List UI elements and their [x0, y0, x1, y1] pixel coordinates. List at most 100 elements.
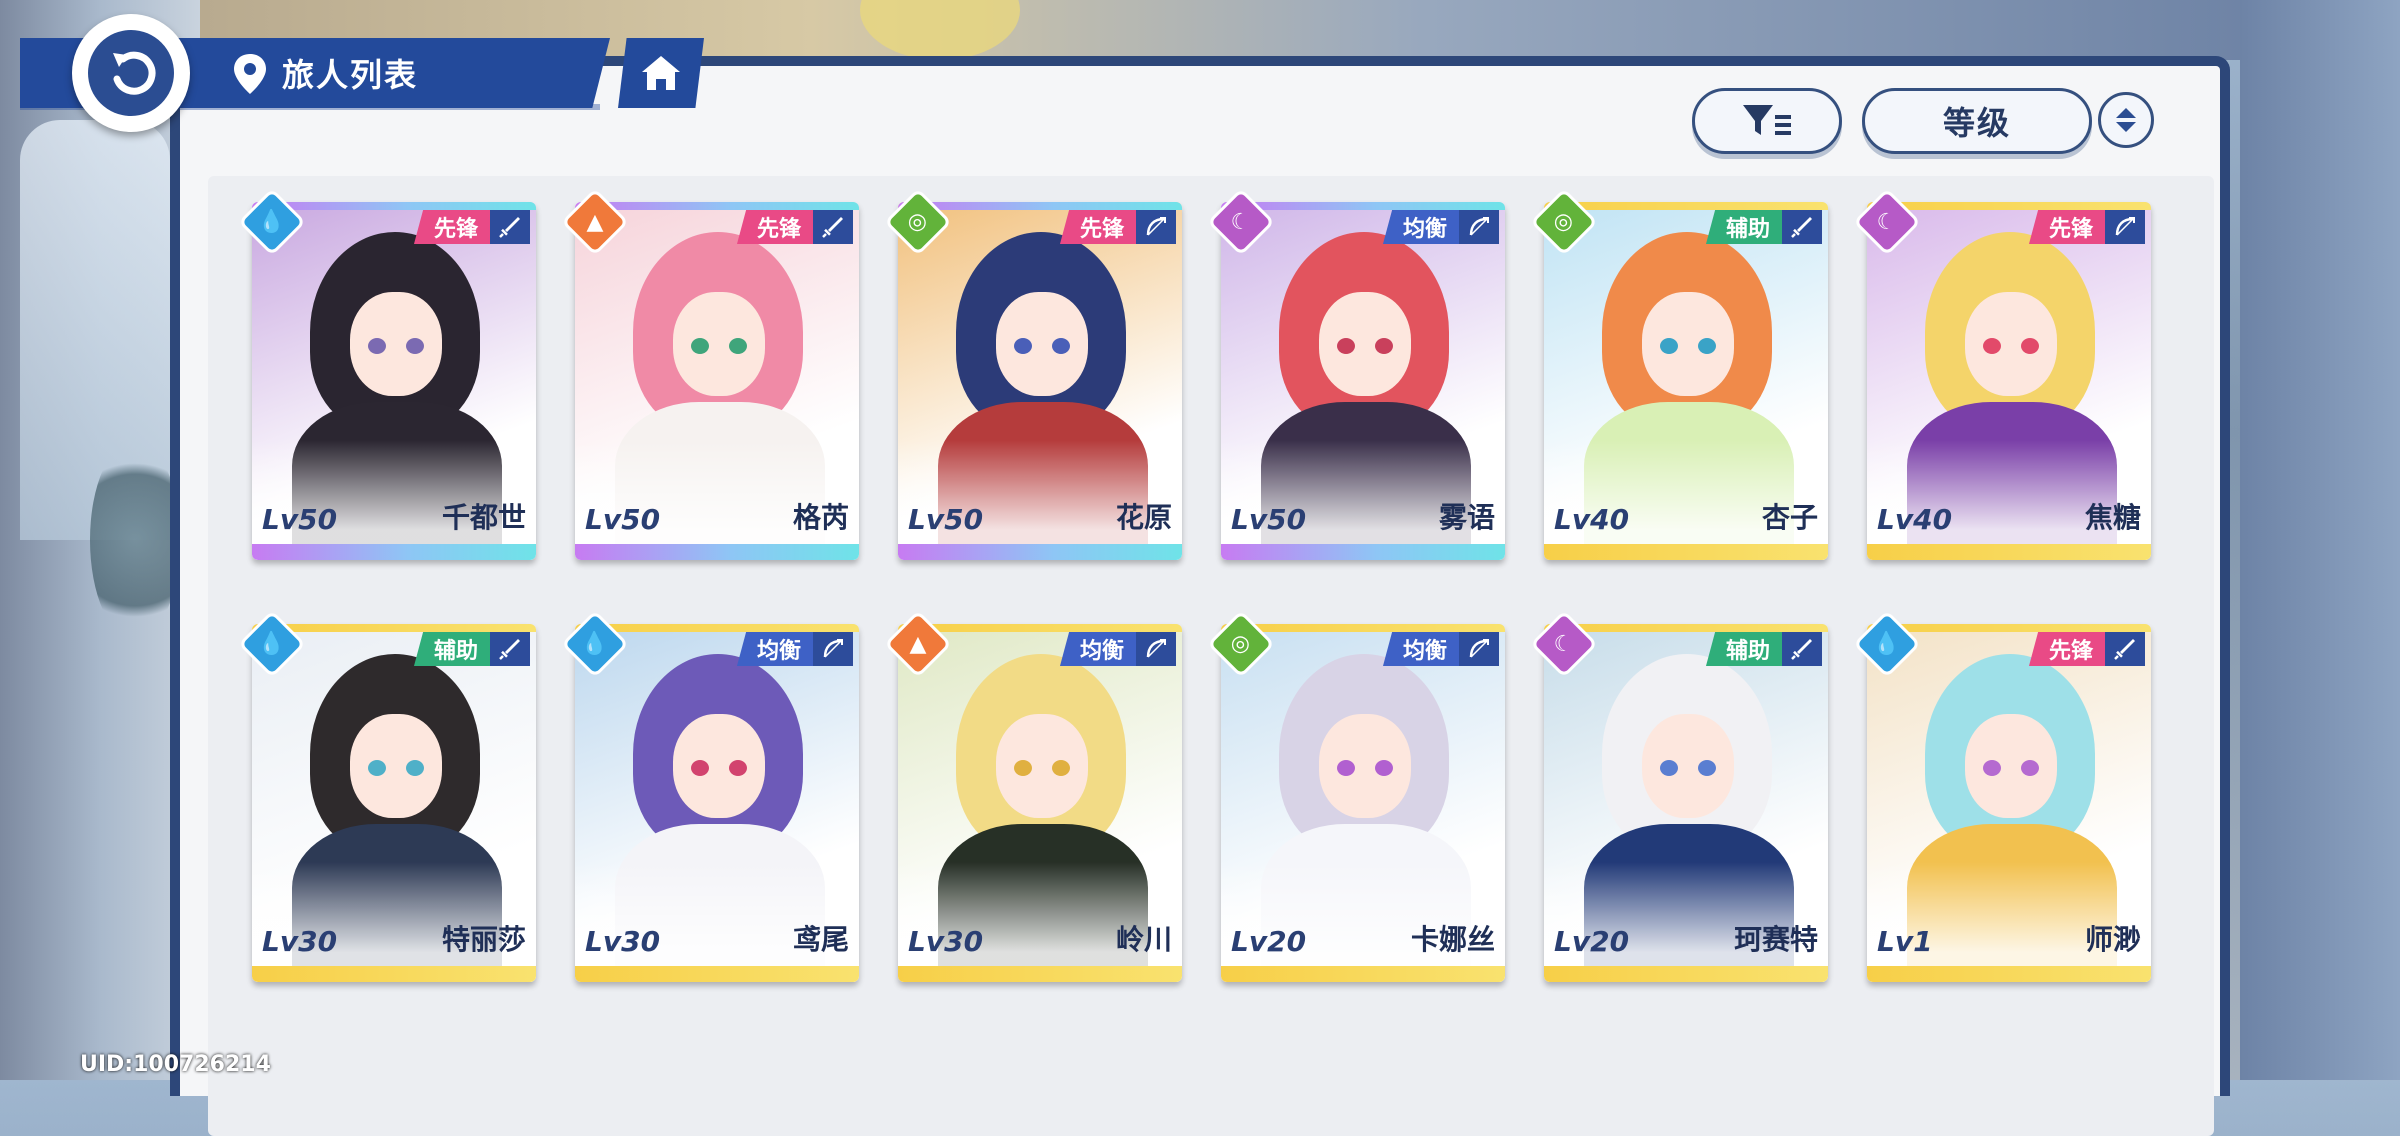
rarity-top-bar [898, 202, 1182, 210]
portrait-eye [1052, 338, 1070, 354]
portrait-eye [1660, 760, 1678, 776]
bow-icon [1459, 210, 1499, 244]
character-card[interactable]: 辅助 Lv40 杏子 [1544, 202, 1828, 560]
portrait-eye [1375, 760, 1393, 776]
portrait-face [1319, 714, 1411, 818]
portrait-eye [1660, 338, 1678, 354]
portrait-eye [1698, 760, 1716, 776]
portrait-eye [368, 760, 386, 776]
character-card[interactable]: 先锋 Lv50 千都世 [252, 202, 536, 560]
sword-icon [490, 210, 530, 244]
portrait-eye [1983, 338, 2001, 354]
portrait-eye [368, 338, 386, 354]
role-badge: 均衡 [1059, 632, 1136, 666]
role-badge: 先锋 [1059, 210, 1136, 244]
character-card[interactable]: 先锋 Lv50 格芮 [575, 202, 859, 560]
character-name: 卡娜丝 [1410, 923, 1495, 956]
portrait-eye [406, 760, 424, 776]
portrait-face [1965, 292, 2057, 396]
sword-icon [490, 632, 530, 666]
sort-by-button[interactable]: 等级 [1862, 88, 2092, 154]
character-name: 焦糖 [2084, 501, 2141, 534]
rarity-bottom-bar [252, 544, 536, 560]
portrait-eye [2021, 338, 2039, 354]
character-card[interactable]: 辅助 Lv30 特丽莎 [252, 624, 536, 982]
home-icon [642, 56, 680, 90]
character-card[interactable]: 均衡 Lv20 卡娜丝 [1221, 624, 1505, 982]
character-card[interactable]: 先锋 Lv1 师渺 [1867, 624, 2151, 982]
character-level: Lv20 [1554, 925, 1630, 958]
character-level: Lv40 [1877, 503, 1953, 536]
portrait-eye [406, 338, 424, 354]
rarity-bottom-bar [1544, 544, 1828, 560]
character-name: 鸢尾 [792, 923, 849, 956]
character-card[interactable]: 先锋 Lv40 焦糖 [1867, 202, 2151, 560]
portrait-face [996, 714, 1088, 818]
sort-order-toggle[interactable] [2098, 92, 2154, 148]
character-level: Lv50 [585, 503, 661, 536]
character-level: Lv30 [908, 925, 984, 958]
character-card[interactable]: 均衡 Lv30 鸢尾 [575, 624, 859, 982]
portrait-face [1319, 292, 1411, 396]
character-level: Lv30 [585, 925, 661, 958]
rarity-bottom-bar [575, 966, 859, 982]
portrait-face [673, 714, 765, 818]
character-name: 千都世 [441, 501, 526, 534]
back-button[interactable] [72, 14, 190, 132]
character-name: 珂赛特 [1733, 923, 1818, 956]
character-name: 格芮 [792, 501, 849, 534]
rarity-top-bar [1221, 202, 1505, 210]
character-name: 师渺 [2084, 923, 2141, 956]
character-card[interactable]: 均衡 Lv50 雾语 [1221, 202, 1505, 560]
role-badge: 均衡 [1382, 210, 1459, 244]
character-card[interactable]: 先锋 Lv50 花原 [898, 202, 1182, 560]
home-button[interactable] [618, 38, 704, 108]
sword-icon [2105, 632, 2145, 666]
character-level: Lv1 [1877, 925, 1933, 958]
character-level: Lv50 [1231, 503, 1307, 536]
character-name: 雾语 [1438, 501, 1495, 534]
portrait-eye [1698, 338, 1716, 354]
filter-icon [1743, 105, 1791, 135]
rarity-top-bar [1221, 624, 1505, 632]
role-badge: 均衡 [1382, 632, 1459, 666]
character-level: Lv20 [1231, 925, 1307, 958]
bow-icon [813, 632, 853, 666]
sort-descending-icon [2116, 122, 2136, 132]
character-card[interactable]: 辅助 Lv20 珂赛特 [1544, 624, 1828, 982]
portrait-face [1642, 292, 1734, 396]
portrait-eye [1052, 760, 1070, 776]
back-arrow-icon [88, 30, 174, 116]
user-id: UID:100726214 [80, 1052, 271, 1077]
page-title: 旅人列表 [282, 56, 419, 94]
rarity-top-bar [575, 624, 859, 632]
role-badge: 先锋 [2028, 210, 2105, 244]
character-card[interactable]: 均衡 Lv30 岭川 [898, 624, 1182, 982]
portrait-eye [729, 760, 747, 776]
portrait-eye [1337, 760, 1355, 776]
portrait-eye [1014, 760, 1032, 776]
character-level: Lv30 [262, 925, 338, 958]
rarity-top-bar [1867, 624, 2151, 632]
background-plant [90, 440, 180, 640]
rarity-bottom-bar [898, 966, 1182, 982]
rarity-bottom-bar [575, 544, 859, 560]
portrait-eye [1983, 760, 2001, 776]
portrait-eye [2021, 760, 2039, 776]
role-badge: 辅助 [1705, 210, 1782, 244]
filter-button[interactable] [1692, 88, 1842, 154]
rarity-bottom-bar [1867, 966, 2151, 982]
portrait-face [1965, 714, 2057, 818]
character-name: 花原 [1115, 501, 1172, 534]
portrait-face [350, 292, 442, 396]
character-name: 岭川 [1115, 923, 1172, 956]
role-badge: 均衡 [736, 632, 813, 666]
rarity-top-bar [1544, 624, 1828, 632]
portrait-face [350, 714, 442, 818]
rarity-top-bar [252, 202, 536, 210]
character-level: Lv50 [262, 503, 338, 536]
character-name: 杏子 [1761, 501, 1818, 534]
rarity-top-bar [1867, 202, 2151, 210]
portrait-face [1642, 714, 1734, 818]
portrait-eye [1337, 338, 1355, 354]
